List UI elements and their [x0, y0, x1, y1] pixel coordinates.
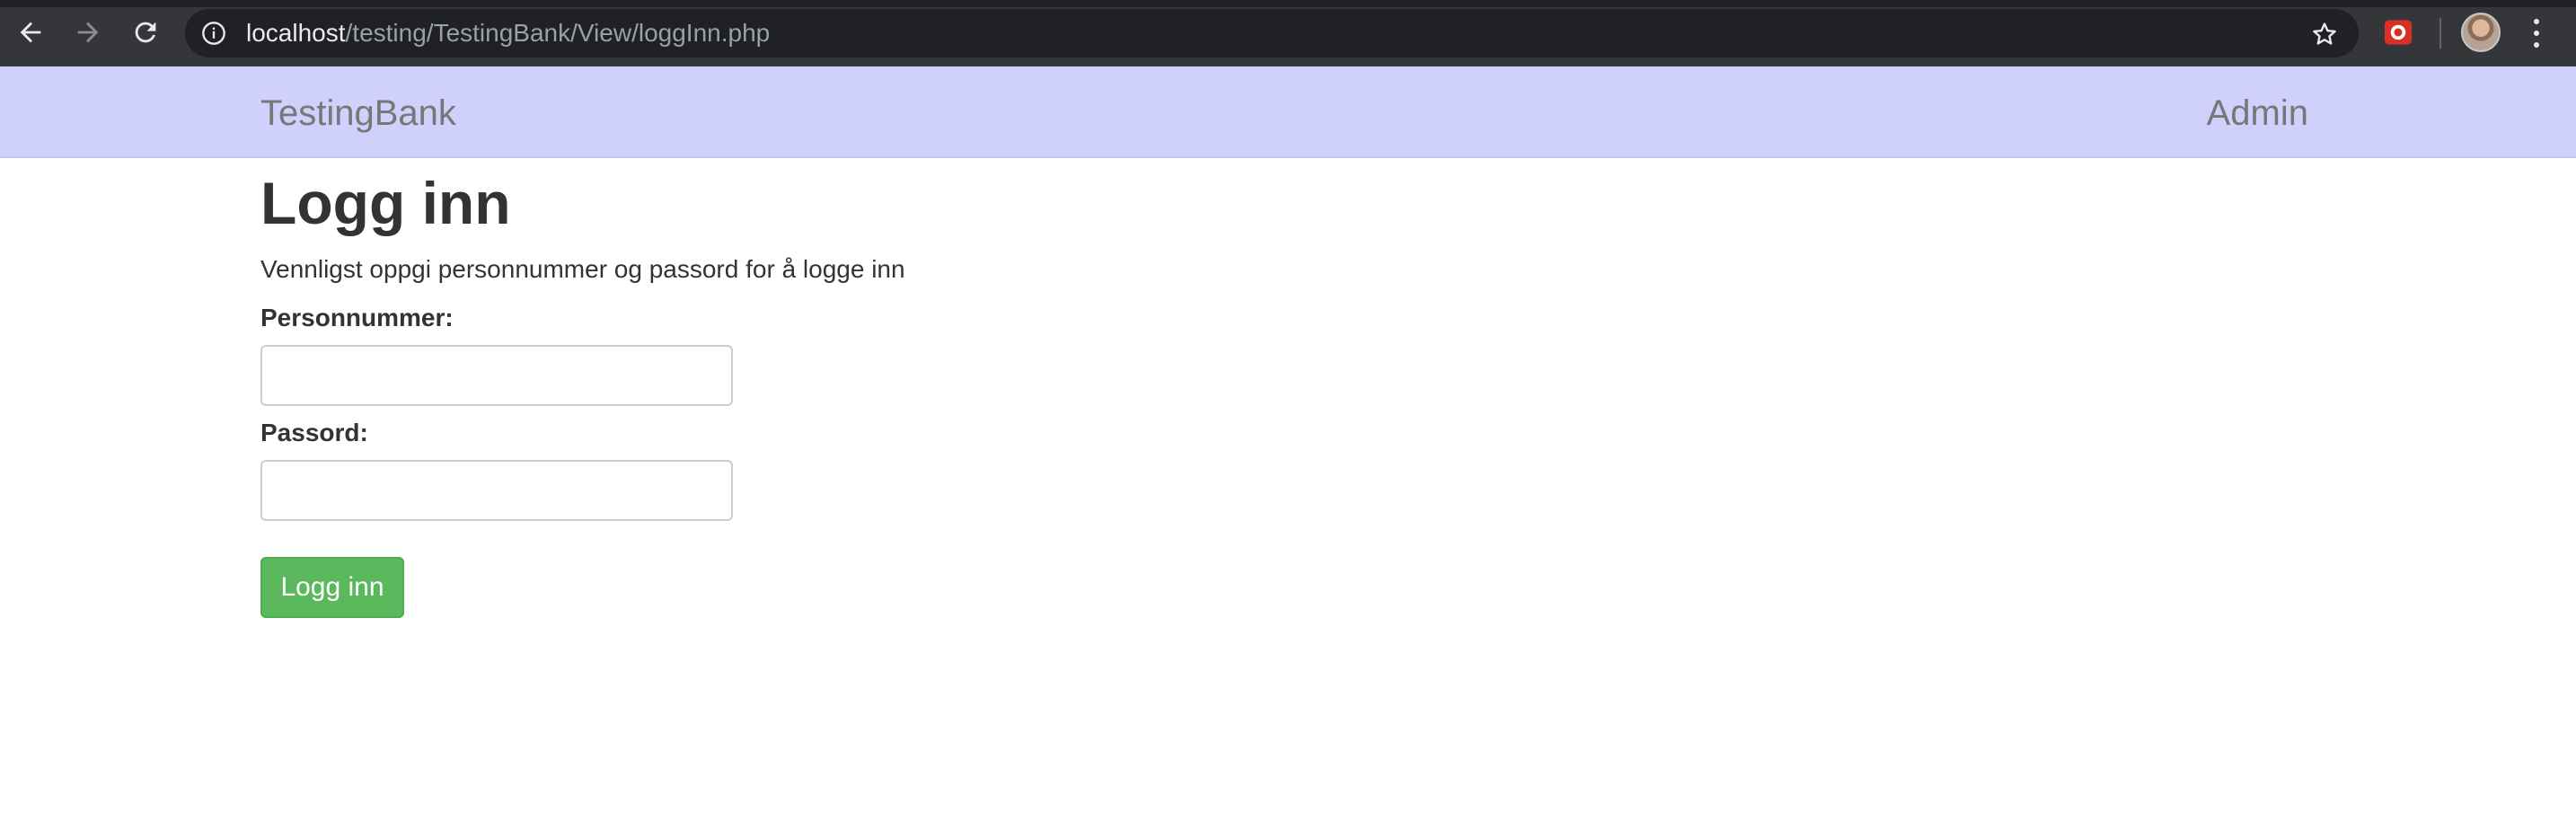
personnummer-input[interactable]	[260, 345, 733, 406]
profile-avatar[interactable]	[2461, 13, 2501, 52]
back-arrow-icon	[20, 22, 41, 43]
page-title: Logg inn	[260, 170, 511, 236]
passord-input[interactable]	[260, 460, 733, 521]
url-path: /testing/TestingBank/View/loggInn.php	[345, 19, 771, 47]
back-button[interactable]	[13, 14, 49, 50]
passord-label: Passord:	[260, 419, 368, 446]
menu-dot-icon	[2534, 41, 2539, 48]
forward-arrow-icon	[77, 22, 99, 43]
menu-dot-icon	[2534, 19, 2539, 25]
personnummer-label: Personnummer:	[260, 304, 454, 331]
toolbar-separator	[2439, 18, 2441, 49]
site-navbar: TestingBank Admin	[0, 66, 2576, 158]
brand-link[interactable]: TestingBank	[260, 93, 456, 133]
address-bar[interactable]: localhost/testing/TestingBank/View/loggI…	[185, 9, 2359, 57]
admin-link[interactable]: Admin	[2207, 93, 2308, 133]
browser-toolbar: localhost/testing/TestingBank/View/loggI…	[0, 0, 2576, 66]
login-instructions: Vennligst oppgi personnummer og passord …	[260, 255, 905, 283]
login-button[interactable]: Logg inn	[260, 557, 404, 618]
info-icon[interactable]	[201, 21, 226, 46]
forward-button[interactable]	[70, 14, 106, 50]
url-host: localhost	[246, 19, 346, 47]
browser-menu-button[interactable]	[2524, 16, 2549, 50]
menu-dot-icon	[2534, 30, 2539, 36]
url-text: localhost/testing/TestingBank/View/loggI…	[246, 21, 770, 46]
extension-icon[interactable]	[2382, 16, 2414, 49]
bookmark-star-icon[interactable]	[2310, 20, 2339, 49]
browser-top-edge	[0, 0, 2576, 7]
login-container: Logg inn Vennligst oppgi personnummer og…	[260, 158, 2317, 618]
reload-button[interactable]	[128, 14, 163, 50]
reload-icon	[135, 22, 156, 43]
